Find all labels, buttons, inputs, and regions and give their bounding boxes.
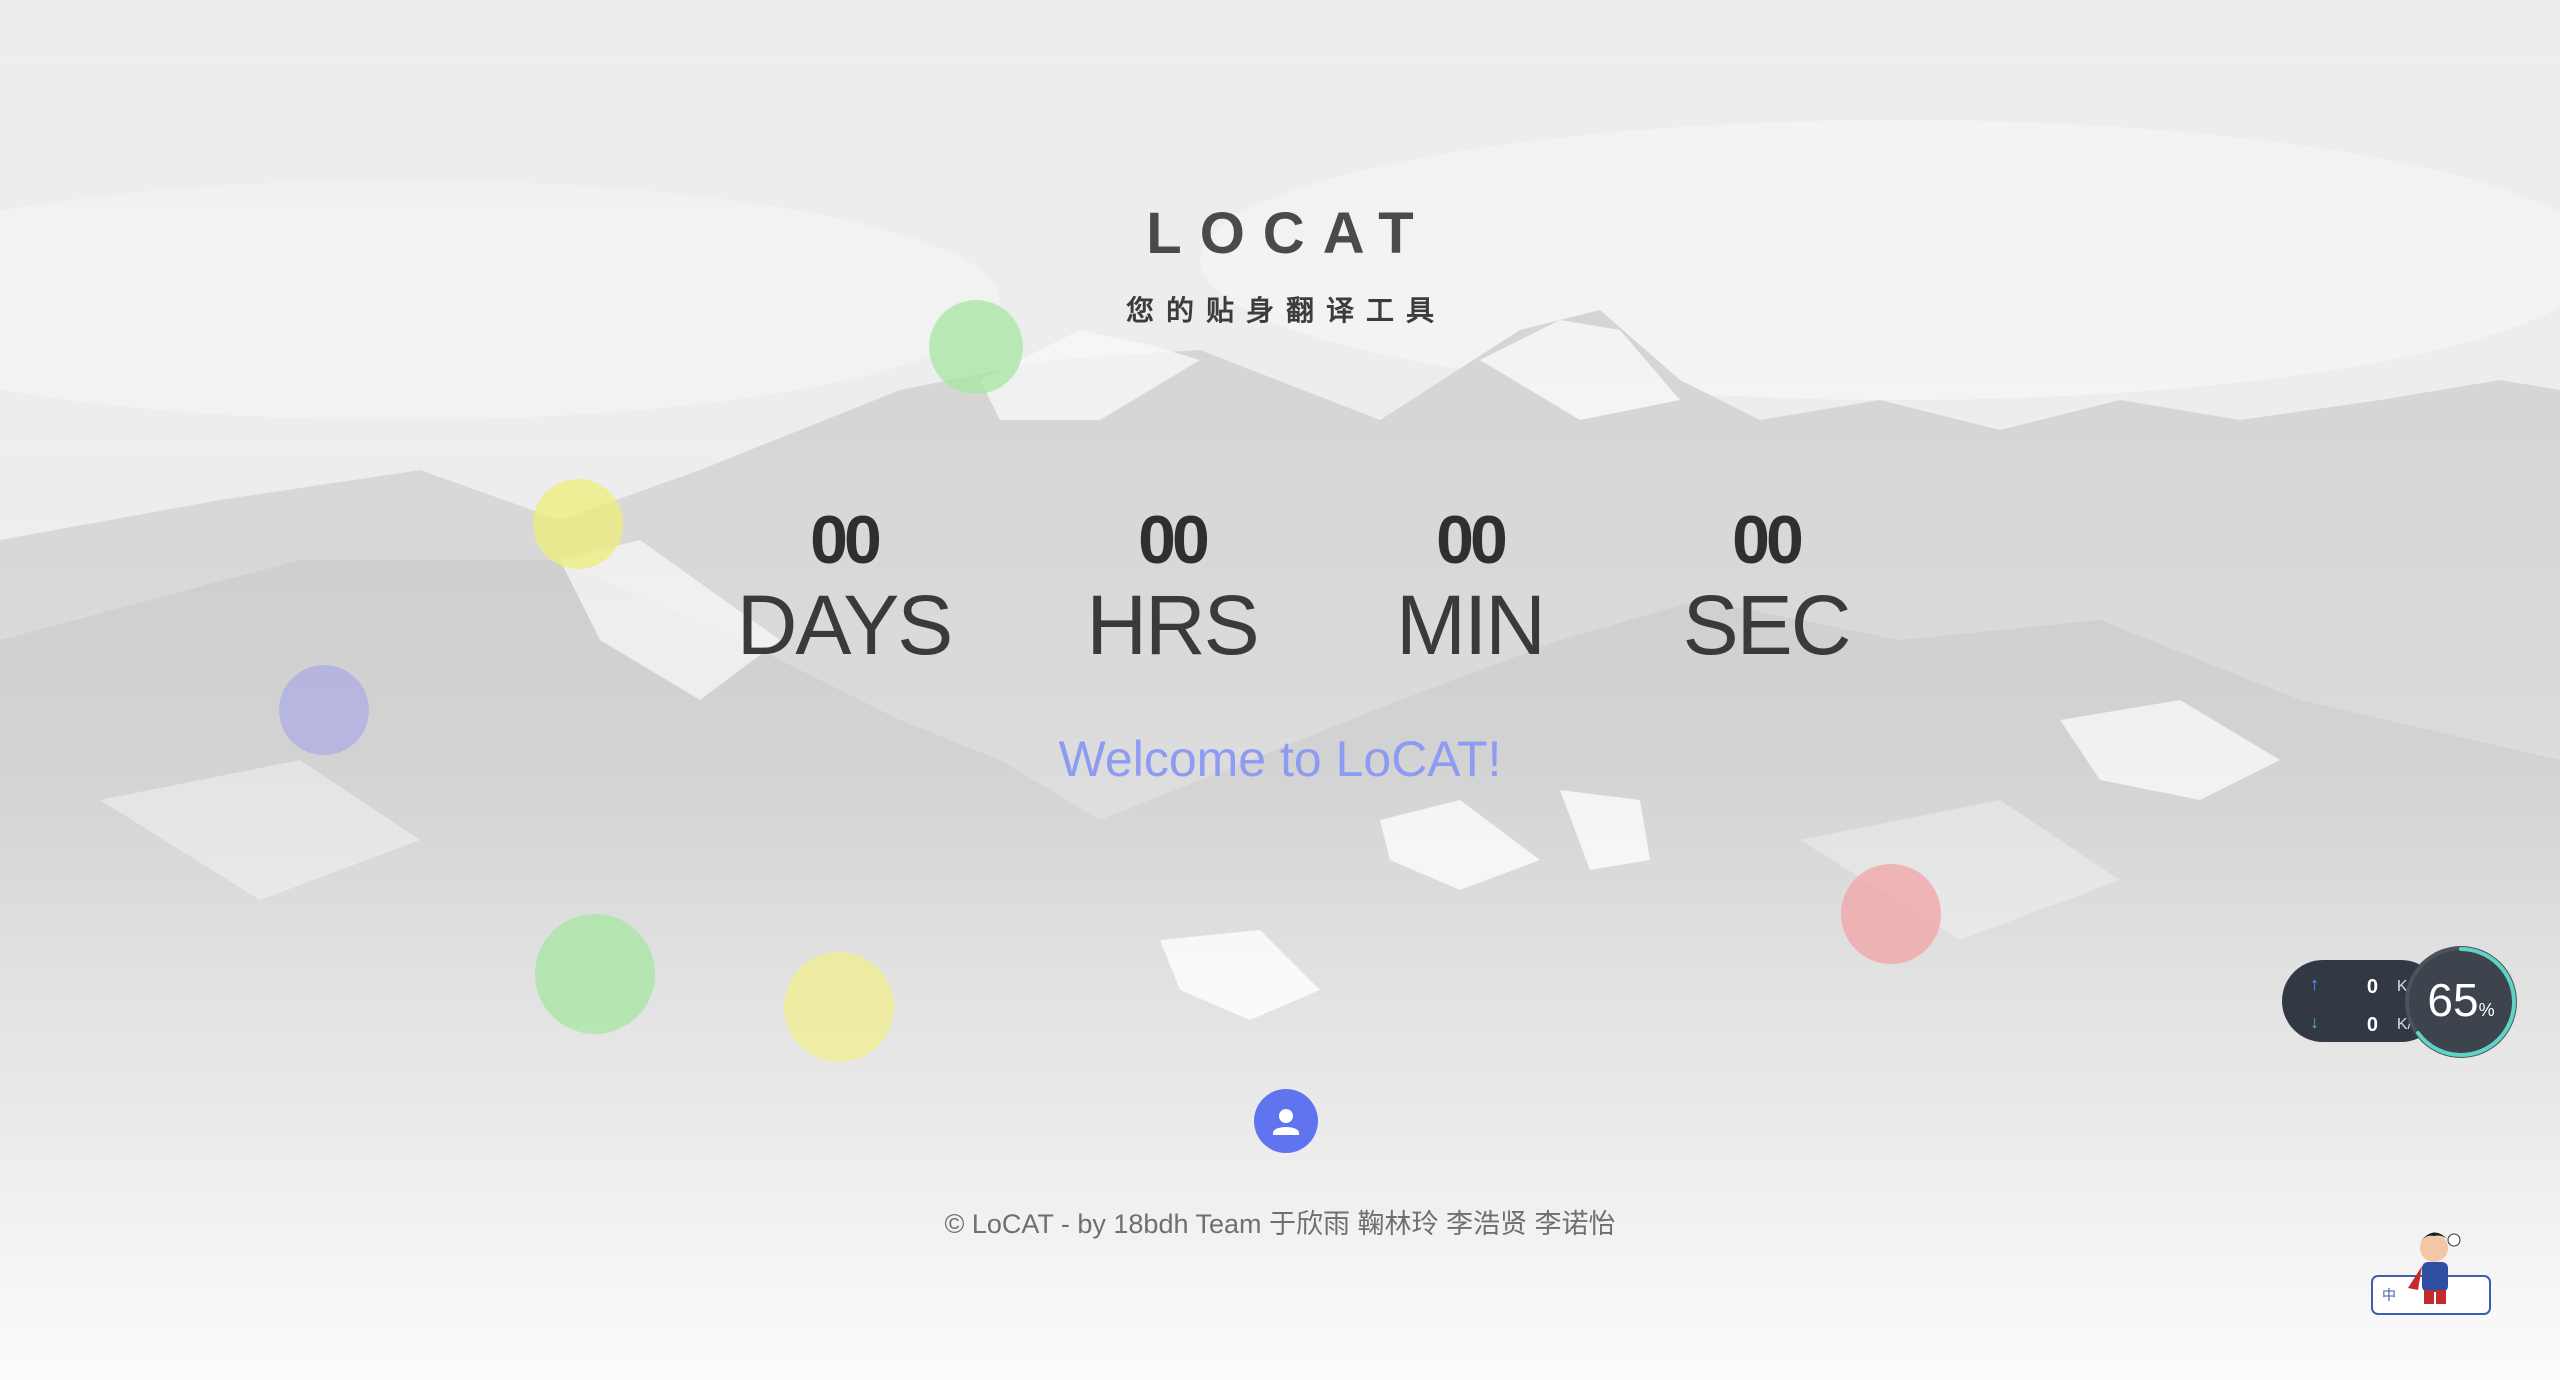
- mascot-badge-char: 中: [2382, 1288, 2396, 1304]
- memory-usage-gauge: 65%: [2402, 943, 2520, 1061]
- arrow-down-icon: ↓: [2310, 1012, 2319, 1032]
- floating-bubble: [929, 300, 1023, 394]
- landing-page: LOCAT 您的贴身翻译工具 00 DAYS 00 HRS 00 MIN 00 …: [0, 0, 2560, 1380]
- floating-bubble: [1841, 864, 1941, 964]
- countdown-seconds-value: 00: [1732, 502, 1804, 578]
- countdown-minutes-value: 00: [1436, 502, 1508, 578]
- countdown-hours-value: 00: [1138, 502, 1210, 578]
- countdown-seconds: 00 SEC: [1606, 500, 1926, 670]
- mascot-widget-icon: 中: [2371, 1232, 2491, 1315]
- countdown-hours: 00 HRS: [1012, 500, 1332, 670]
- countdown-minutes-label: MIN: [1396, 578, 1546, 672]
- floating-bubble: [784, 952, 894, 1062]
- floating-bubble: [533, 479, 623, 569]
- floating-bubble: [535, 914, 655, 1034]
- welcome-message: Welcome to LoCAT!: [1058, 731, 1502, 787]
- mascot-widget[interactable]: 中: [2368, 1226, 2494, 1320]
- memory-usage-text: 65%: [2402, 973, 2520, 1027]
- arrow-up-icon: ↑: [2310, 974, 2319, 994]
- countdown-timer: 00 DAYS 00 HRS 00 MIN 00 SEC: [0, 500, 2560, 700]
- download-speed-value: 0: [2366, 1014, 2378, 1036]
- countdown-seconds-label: SEC: [1682, 578, 1852, 672]
- countdown-days-value: 00: [810, 502, 882, 578]
- memory-usage-unit: %: [2478, 1000, 2495, 1020]
- brand-subtitle: 您的贴身翻译工具: [1125, 295, 1446, 326]
- upload-speed-value: 0: [2366, 976, 2378, 998]
- countdown-minutes: 00 MIN: [1310, 500, 1630, 670]
- user-icon: [1273, 1109, 1299, 1135]
- memory-usage-value: 65: [2427, 974, 2479, 1026]
- brand-title: LOCAT: [1146, 201, 1432, 266]
- floating-bubble: [279, 665, 369, 755]
- countdown-hours-label: HRS: [1086, 578, 1259, 672]
- network-monitor-widget[interactable]: ↑ 0 K/s ↓ 0 K/s 65%: [2282, 943, 2522, 1063]
- countdown-days-label: DAYS: [736, 578, 954, 672]
- countdown-days: 00 DAYS: [684, 500, 1004, 670]
- profile-button[interactable]: [1254, 1089, 1318, 1153]
- brand-header: LOCAT 您的贴身翻译工具: [0, 200, 2560, 329]
- footer-credits: © LoCAT - by 18bdh Team 于欣雨 鞠林玲 李浩贤 李诺怡: [944, 1209, 1616, 1239]
